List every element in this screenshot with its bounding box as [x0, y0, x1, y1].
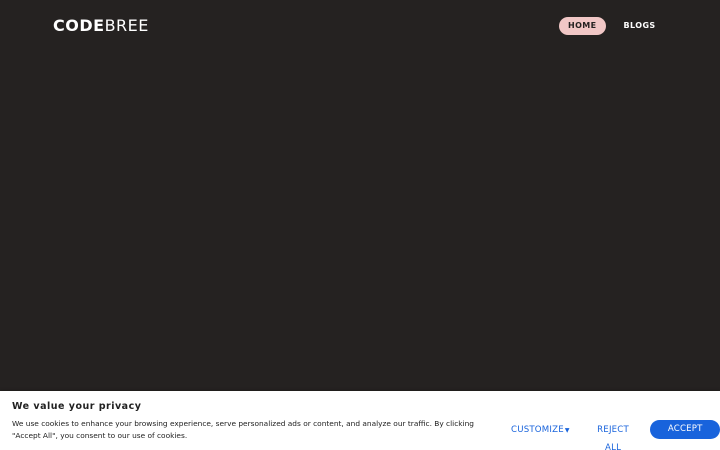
cookie-banner-text: We use cookies to enhance your browsing …: [12, 419, 475, 440]
cookie-banner-title: We value your privacy: [12, 401, 142, 412]
logo-text-bold: CODE: [53, 16, 105, 35]
site-logo[interactable]: CODEBREE: [53, 16, 149, 36]
nav-item-home[interactable]: HOME: [559, 17, 606, 35]
customize-button[interactable]: CUSTOMIZE ▼: [505, 421, 576, 439]
cookie-consent-banner: We value your privacy We use cookies to …: [0, 391, 720, 450]
site-header: CODEBREE HOME BLOGS: [0, 0, 720, 52]
main-nav: HOME BLOGS: [559, 17, 665, 35]
chevron-down-icon: ▼: [564, 426, 570, 434]
nav-item-blogs[interactable]: BLOGS: [606, 17, 665, 35]
cookie-actions: CUSTOMIZE ▼ REJECT ALL ACCEPT ALL: [505, 420, 720, 450]
page: CODEBREE HOME BLOGS We value your privac…: [0, 0, 720, 450]
customize-button-label: CUSTOMIZE: [511, 424, 564, 435]
reject-all-button[interactable]: REJECT ALL: [584, 421, 643, 450]
logo-text-light: BREE: [104, 16, 149, 35]
accept-all-button[interactable]: ACCEPT ALL: [650, 420, 720, 450]
